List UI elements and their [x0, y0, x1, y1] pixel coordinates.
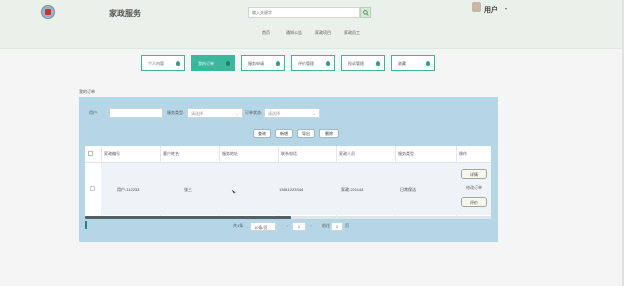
tab-label: 收藏	[398, 61, 406, 66]
cell-name: 张三	[184, 187, 192, 192]
review-button[interactable]: 评价	[461, 197, 487, 207]
col-header: 操作	[459, 151, 467, 156]
search-box	[248, 7, 371, 18]
col-header: 服务地址	[222, 151, 238, 156]
orders-panel: 用户: 服务类型: 请选择 ⌄ 订单状态: 请选择 ⌄ 查询 新增 导出 删除 家政…	[79, 97, 498, 242]
search-button[interactable]	[360, 7, 371, 18]
drop-icon	[226, 61, 230, 66]
col-header: 服务类型	[398, 151, 414, 156]
tab-favorites[interactable]: 收藏	[391, 55, 435, 71]
col-header: 家政编号	[104, 151, 120, 156]
select-value: 请选择	[268, 111, 280, 116]
col-header: 联系电话	[281, 151, 297, 156]
nav-staff[interactable]: 家政员工	[344, 30, 360, 36]
site-logo	[41, 5, 55, 19]
chevron-down-icon: ⌄	[312, 111, 316, 116]
accent-bar	[85, 221, 87, 229]
delete-button[interactable]: 删除	[319, 129, 339, 138]
tab-label: 我的订单	[198, 61, 214, 66]
search-icon	[363, 10, 369, 16]
prev-page-button[interactable]: <	[283, 222, 291, 231]
tab-reviews[interactable]: 评价管理	[291, 55, 335, 71]
tab-label: 个人内容	[148, 61, 164, 66]
status-filter-select[interactable]: 请选择 ⌄	[264, 108, 320, 118]
table-row[interactable]: 用户-112233 张三 13811223344 家政-221144 日常保洁	[101, 163, 491, 215]
tab-label: 评价管理	[298, 61, 314, 66]
orders-table: 家政编号 客户姓名 服务地址 联系电话 家政人员 服务类型 操作 用户-1122…	[85, 146, 491, 216]
cell-worker: 家政-221144	[341, 187, 364, 192]
tab-orders[interactable]: 我的订单	[191, 55, 235, 71]
user-filter-input[interactable]	[109, 108, 163, 118]
detail-button[interactable]: 详情	[461, 169, 487, 179]
drop-icon	[426, 61, 430, 66]
nav-projects[interactable]: 家政项目	[315, 30, 331, 36]
tab-label: 服务申请	[248, 61, 264, 66]
page-size-select[interactable]: 10条/页	[250, 222, 276, 231]
current-page[interactable]: 1	[292, 222, 306, 231]
horizontal-scrollbar[interactable]	[85, 216, 491, 219]
status-filter-label: 订单状态:	[245, 110, 263, 115]
edit-order-button[interactable]: 修改订单	[461, 183, 487, 193]
user-avatar[interactable]	[472, 2, 481, 12]
export-button[interactable]: 导出	[297, 129, 315, 138]
col-header: 客户姓名	[163, 151, 179, 156]
tab-complaints[interactable]: 投诉管理	[341, 55, 385, 71]
user-filter-label: 用户:	[89, 110, 99, 115]
nav-home[interactable]: 首页	[262, 30, 270, 36]
drop-icon	[276, 61, 280, 66]
mouse-cursor-icon	[231, 189, 236, 195]
tab-profile[interactable]: 个人内容	[141, 55, 185, 71]
top-header: 家政服务 用户 ▾ 首页 通知公告 家政项目 家政员工	[0, 0, 624, 49]
site-title: 家政服务	[109, 9, 141, 18]
tab-service-apply[interactable]: 服务申请	[241, 55, 285, 71]
nav-notices[interactable]: 通知公告	[286, 30, 302, 36]
cell-type: 日常保洁	[400, 187, 416, 192]
drop-icon	[326, 61, 330, 66]
next-page-button[interactable]: >	[307, 222, 315, 231]
query-button[interactable]: 查询	[253, 129, 271, 138]
chevron-down-icon[interactable]: ▾	[505, 6, 507, 11]
pagination-total: 共1条	[233, 223, 244, 228]
search-input[interactable]	[248, 7, 360, 18]
service-type-label: 服务类型:	[167, 110, 185, 115]
cell-code: 用户-112233	[117, 187, 140, 192]
tab-label: 投诉管理	[348, 61, 364, 66]
select-all-checkbox[interactable]	[88, 151, 93, 156]
scroll-thumb[interactable]	[85, 216, 291, 219]
select-value: 请选择	[191, 111, 203, 116]
section-title: 我的订单	[79, 89, 95, 94]
row-checkbox[interactable]	[90, 186, 95, 191]
col-header: 家政人员	[339, 151, 355, 156]
chevron-down-icon: ⌄	[235, 111, 239, 116]
goto-suffix: 页	[345, 223, 349, 228]
cell-phone: 13811223344	[279, 187, 304, 192]
user-menu-label[interactable]: 用户	[484, 5, 498, 15]
drop-icon	[376, 61, 380, 66]
goto-label: 前往	[322, 223, 330, 228]
drop-icon	[176, 61, 180, 66]
service-type-select[interactable]: 请选择 ⌄	[187, 108, 243, 118]
goto-page-input[interactable]: 1	[331, 222, 343, 231]
add-button[interactable]: 新增	[275, 129, 293, 138]
table-header: 家政编号 客户姓名 服务地址 联系电话 家政人员 服务类型 操作	[85, 146, 491, 163]
